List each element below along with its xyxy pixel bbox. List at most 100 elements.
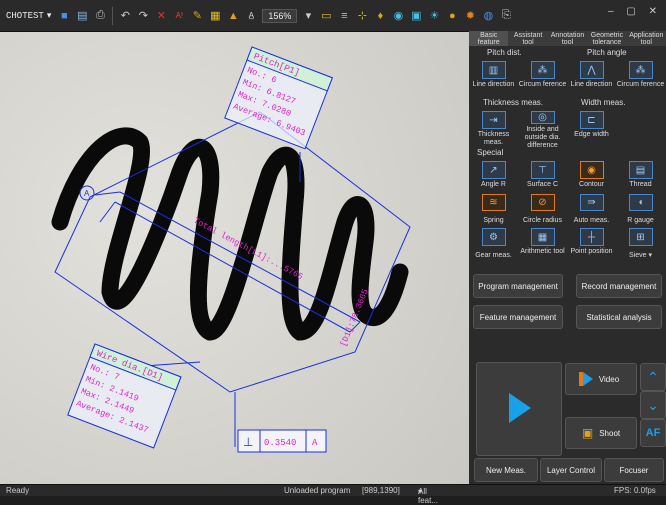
measurement-overlay: A Pitch[P1] No.: 6 Min: 6.8127 Max: 7.02… [51,46,411,453]
arrow-up-button[interactable]: ⌃ [640,363,666,391]
chevron-up-icon: ⌃ [647,368,659,385]
light-icon[interactable]: ☀ [427,9,441,23]
tool-pitch-circumference[interactable]: ⁂ Circum ference [518,58,567,98]
r-gauge-icon: ◖ [628,194,653,211]
chevron-down-icon: ▾ [648,252,652,259]
tab-basic-feature[interactable]: Basic feature [469,31,509,46]
wire-diameter-annotation-box[interactable]: Wire dia.[D1] No.: 7 Min: 2.1419 Max: 2.… [67,343,182,449]
globe-icon[interactable]: ◍ [481,9,495,23]
camera-view-icon[interactable]: ◉ [391,9,405,23]
tool-surface-c[interactable]: ⊤ Surface C [518,158,567,191]
tool-arithmetic[interactable]: ▦ Arithmetic tool [518,225,567,267]
sphere-icon[interactable]: ● [445,9,459,23]
point-icon: ┼ [579,228,604,246]
statistical-analysis-button[interactable]: Statistical analysis [576,305,662,329]
tool-r-gauge[interactable]: ◖ R gauge [616,191,665,225]
tolerance-datum: A [312,438,318,448]
tool-circle-radius[interactable]: ⊘ Circle radius [518,191,567,225]
gear-icon: ⚙ [481,228,506,246]
tool-pitch-line-direction[interactable]: ▥ Line direction [469,58,518,98]
chevron-down-icon: ⌄ [647,396,659,413]
grid-icon[interactable]: ▦ [208,9,222,23]
undo-icon[interactable]: ↶ [118,9,132,23]
tool-thread[interactable]: ▤ Thread [616,158,665,191]
circle-radius-icon: ⊘ [530,194,555,211]
brand-menu[interactable]: CHOTEST ▾ [0,11,55,21]
window-controls[interactable]: – ▢ ✕ [608,6,662,17]
status-program: Unloaded program [284,486,351,495]
calculator-icon: ▦ [530,228,555,246]
tolerance-value: 0.3540 [264,438,296,448]
measure-icon[interactable]: ✎ [190,9,204,23]
frame-icon[interactable]: ▣ [409,9,423,23]
lamp-icon[interactable]: ♦ [373,9,387,23]
tool-angle-circumference[interactable]: ⁂ Circum ference [616,58,665,98]
zoom-level[interactable]: 156% [262,8,298,23]
section-width: Width meas. [581,98,626,107]
layer-control-button[interactable]: Layer Control [540,458,602,482]
measurement-canvas[interactable]: A Pitch[P1] No.: 6 Min: 6.8127 Max: 7.02… [0,32,469,484]
management-row-1: Program management Record management [469,274,666,298]
status-coordinates: [989,1390] [362,486,400,495]
status-ready: Ready [6,486,30,495]
tool-gear-meas[interactable]: ⚙ Gear meas. [469,225,518,267]
datum-a-letter: A [84,189,90,198]
tool-edge-width[interactable]: ⊏ Edge width [567,108,616,148]
surface-icon: ⊤ [530,161,555,179]
save-icon[interactable]: ■ [57,9,71,23]
record-management-button[interactable]: Record management [576,274,662,298]
layer-icon[interactable]: ▭ [319,9,333,23]
align-icon[interactable]: ≡ [337,9,351,23]
crosshair-icon[interactable]: ⊹ [355,9,369,23]
shoot-button[interactable]: ▣ Shoot [565,417,637,449]
tool-auto-meas[interactable]: ⇛ Auto meas. [567,191,616,225]
arrow-down-button[interactable]: ⌄ [640,391,666,419]
tab-annotation-tool[interactable]: Annotation tool [548,31,587,46]
export-icon[interactable]: ⎘ [499,9,513,23]
pitch-annotation-box[interactable]: Pitch[P1] No.: 6 Min: 6.8127 Max: 7.0280… [224,46,333,150]
toolbar-divider [112,6,114,25]
status-bar: Ready Unloaded program [989,1390] All fe… [0,484,666,505]
delete-icon[interactable]: ✕ [154,9,168,23]
brand-label: CHOTEST [6,10,44,21]
tool-contour[interactable]: ◉ Contour [567,158,616,191]
tool-inside-outside-diameter[interactable]: ◎ Inside and outside dia. difference [518,108,567,149]
tool-angle-r[interactable]: ↗ Angle R [469,158,518,191]
new-meas-button[interactable]: New Meas. [474,458,538,482]
print-icon[interactable]: ⎙ [93,9,107,23]
autofocus-button[interactable]: AF [640,419,666,447]
redo-icon[interactable]: ↷ [136,9,150,23]
spring-icon: ≋ [481,194,506,211]
focuser-button[interactable]: Focuser [604,458,664,482]
section-pitch-angle: Pitch angle [587,48,627,57]
tool-sieve[interactable]: ⊞ Sieve ▾ [616,225,665,267]
video-label: Video [598,374,620,384]
edge-width-icon: ⊏ [579,111,604,129]
auto-icon[interactable]: A! [172,9,186,23]
tab-application-tool[interactable]: Application tool [627,31,666,46]
program-management-button[interactable]: Program management [473,274,563,298]
camera-icon: ▣ [581,426,594,440]
tool-thickness-meas[interactable]: ⇥ Thickness meas. [469,108,518,148]
feature-management-button[interactable]: Feature management [473,305,563,329]
tools-row-5: ⚙ Gear meas. ▦ Arithmetic tool ┼ Point posi… [469,225,666,267]
tool-angle-line-direction[interactable]: ⋀ Line direction [567,58,616,98]
save-as-icon[interactable]: ▤ [75,9,89,23]
tab-geometric-tolerance[interactable]: Geometric tolerance [587,31,626,46]
text-tool-icon[interactable]: A̲ [244,9,258,23]
tolerance-frame[interactable]: ⊥ 0.3540 A [237,429,327,453]
chevron-down-icon: ▾ [46,10,52,21]
section-pitch-dist: Pitch dist. [487,48,522,57]
tab-assistant-tool[interactable]: Assistant tool [508,31,547,46]
triangle-icon[interactable]: ▲ [226,9,240,23]
play-button[interactable] [476,362,562,456]
settings-icon[interactable]: ✹ [463,9,477,23]
line-grid-icon: ▥ [481,61,506,79]
tools-row-1: ▥ Line direction ⁂ Circum ference ⋀ Line di… [469,58,666,98]
tool-spring[interactable]: ≋ Spring [469,191,518,225]
video-button[interactable]: Video [565,363,637,395]
play-icon [509,393,531,423]
tool-point-position[interactable]: ┼ Point position [567,225,616,267]
tools-row-3: ↗ Angle R ⊤ Surface C ◉ Contour ▤ Thread [469,158,666,191]
zoom-dropdown-icon[interactable]: ▾ [301,9,315,23]
